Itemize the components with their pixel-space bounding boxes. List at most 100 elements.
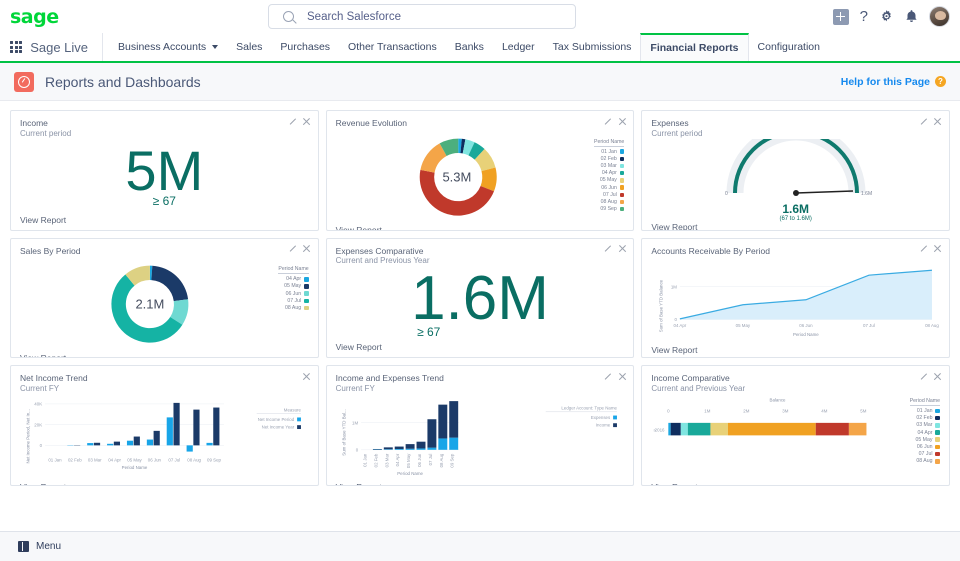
notifications-bell-icon[interactable]: [905, 9, 918, 24]
bar[interactable]: [133, 436, 140, 446]
close-icon[interactable]: [303, 245, 311, 253]
help-for-this-page-link[interactable]: Help for this Page ?: [841, 76, 946, 88]
bar[interactable]: [213, 407, 220, 446]
bar-segment[interactable]: [405, 448, 415, 450]
tile-income[interactable]: Income Current period 5M ≥ 67 View Repor…: [10, 110, 319, 231]
legend-item[interactable]: 08 Aug: [278, 305, 309, 311]
tab-financial-reports[interactable]: Financial Reports: [640, 33, 749, 61]
bar-segment[interactable]: [437, 404, 447, 439]
legend-item[interactable]: 03 Mar: [594, 163, 625, 169]
bar-segment[interactable]: [383, 447, 393, 450]
legend-item[interactable]: 02 Feb: [910, 415, 940, 421]
bar-segment[interactable]: [416, 448, 426, 450]
bar[interactable]: [126, 440, 134, 446]
bar[interactable]: [146, 439, 154, 446]
legend-item[interactable]: 04 Apr: [278, 276, 309, 282]
legend-item[interactable]: 05 May: [594, 177, 625, 183]
edit-icon[interactable]: [604, 245, 612, 253]
edit-icon[interactable]: [604, 372, 612, 380]
bar-segment[interactable]: [668, 422, 671, 436]
legend-item[interactable]: 01 Jan: [594, 149, 625, 155]
bar-segment[interactable]: [710, 422, 729, 436]
tab-ledger[interactable]: Ledger: [493, 33, 544, 61]
search-input[interactable]: [307, 10, 537, 23]
bar-segment[interactable]: [670, 422, 682, 436]
bar-segment[interactable]: [416, 441, 426, 449]
close-icon[interactable]: [618, 372, 626, 380]
close-icon[interactable]: [618, 117, 626, 125]
bar-segment[interactable]: [427, 419, 437, 448]
legend-item[interactable]: 06 Jun: [910, 444, 940, 450]
bar-segment[interactable]: [816, 422, 850, 436]
global-search[interactable]: [268, 4, 576, 29]
legend-item[interactable]: 06 Jun: [594, 185, 625, 191]
bar[interactable]: [87, 443, 94, 446]
tab-purchases[interactable]: Purchases: [271, 33, 339, 61]
chevron-down-icon[interactable]: [212, 45, 219, 49]
legend-item[interactable]: 07 Jul: [910, 451, 940, 457]
view-report-link[interactable]: View Report: [651, 222, 940, 230]
close-icon[interactable]: [618, 245, 626, 253]
bar[interactable]: [107, 443, 114, 446]
view-report-link[interactable]: View Report: [336, 342, 625, 352]
bar-segment[interactable]: [383, 449, 393, 450]
legend-item[interactable]: 08 Aug: [594, 199, 625, 205]
close-icon[interactable]: [934, 117, 942, 125]
view-report-link[interactable]: View Report: [651, 345, 940, 355]
tile-accounts-receivable-by-period[interactable]: Accounts Receivable By Period 0 1M 04 Apr 0…: [641, 237, 950, 359]
tile-expenses[interactable]: Expenses Current period 0 1.6M 1.6M (67 …: [641, 110, 950, 231]
tab-banks[interactable]: Banks: [446, 33, 493, 61]
edit-icon[interactable]: [289, 245, 297, 253]
tile-net-income-trend[interactable]: Net Income Trend Current FY 0 20K 40K 01 Ja…: [10, 365, 319, 486]
tile-income-and-expenses-trend[interactable]: Income and Expenses Trend Current FY 0 1M…: [325, 365, 635, 486]
view-report-link[interactable]: View Report: [20, 215, 309, 225]
tile-income-comparative[interactable]: Income Comparative Current and Previous …: [641, 365, 950, 486]
edit-icon[interactable]: [604, 117, 612, 125]
footer-menu-button[interactable]: Menu: [18, 541, 61, 552]
tile-revenue-evolution[interactable]: Revenue Evolution 5.3M Period Name 01 Jan…: [325, 110, 635, 231]
legend-item[interactable]: 04 Apr: [594, 170, 625, 176]
bar[interactable]: [93, 442, 101, 446]
bar[interactable]: [173, 402, 180, 446]
view-report-link[interactable]: View Report: [20, 353, 309, 358]
bar[interactable]: [166, 417, 173, 446]
setup-gear-icon[interactable]: [879, 9, 894, 24]
bar-segment[interactable]: [394, 446, 404, 449]
close-icon[interactable]: [303, 117, 311, 125]
app-launcher[interactable]: Sage Live: [0, 33, 104, 61]
bar-segment[interactable]: [448, 401, 458, 438]
bar-segment[interactable]: [448, 437, 458, 450]
bar[interactable]: [193, 409, 200, 446]
bar[interactable]: [186, 445, 193, 452]
legend-item[interactable]: 05 May: [278, 283, 309, 289]
edit-icon[interactable]: [920, 372, 928, 380]
bar[interactable]: [206, 442, 213, 446]
bar[interactable]: [113, 441, 121, 446]
tile-sales-by-period[interactable]: Sales By Period 2.1M Period Name 04 Apr 05…: [10, 237, 319, 359]
legend-item[interactable]: 07 Jul: [278, 298, 309, 304]
legend-item[interactable]: 07 Jul: [594, 192, 625, 198]
bar-segment[interactable]: [427, 447, 437, 450]
view-report-link[interactable]: View Report: [336, 225, 625, 230]
legend-item[interactable]: 09 Sep: [594, 206, 625, 212]
bar-segment[interactable]: [688, 422, 711, 436]
edit-icon[interactable]: [920, 245, 928, 253]
bar-segment[interactable]: [405, 444, 415, 449]
tile-expenses-comparative[interactable]: Expenses Comparative Current and Previou…: [325, 237, 635, 359]
tab-sales[interactable]: Sales: [227, 33, 271, 61]
legend-item[interactable]: 03 Mar: [910, 422, 940, 428]
tab-configuration[interactable]: Configuration: [749, 33, 829, 61]
view-report-link[interactable]: View Report: [336, 482, 625, 485]
legend-item[interactable]: 04 Apr: [910, 430, 940, 436]
legend-item[interactable]: 02 Feb: [594, 156, 625, 162]
bar-segment[interactable]: [372, 448, 382, 450]
help-icon[interactable]: ?: [860, 9, 868, 24]
bar-segment[interactable]: [681, 422, 689, 436]
legend-item[interactable]: 06 Jun: [278, 291, 309, 297]
bar-segment[interactable]: [437, 438, 447, 450]
add-icon[interactable]: [832, 8, 849, 25]
close-icon[interactable]: [303, 372, 311, 380]
close-icon[interactable]: [934, 245, 942, 253]
view-report-link[interactable]: View Report: [651, 482, 940, 485]
bar[interactable]: [153, 430, 160, 446]
